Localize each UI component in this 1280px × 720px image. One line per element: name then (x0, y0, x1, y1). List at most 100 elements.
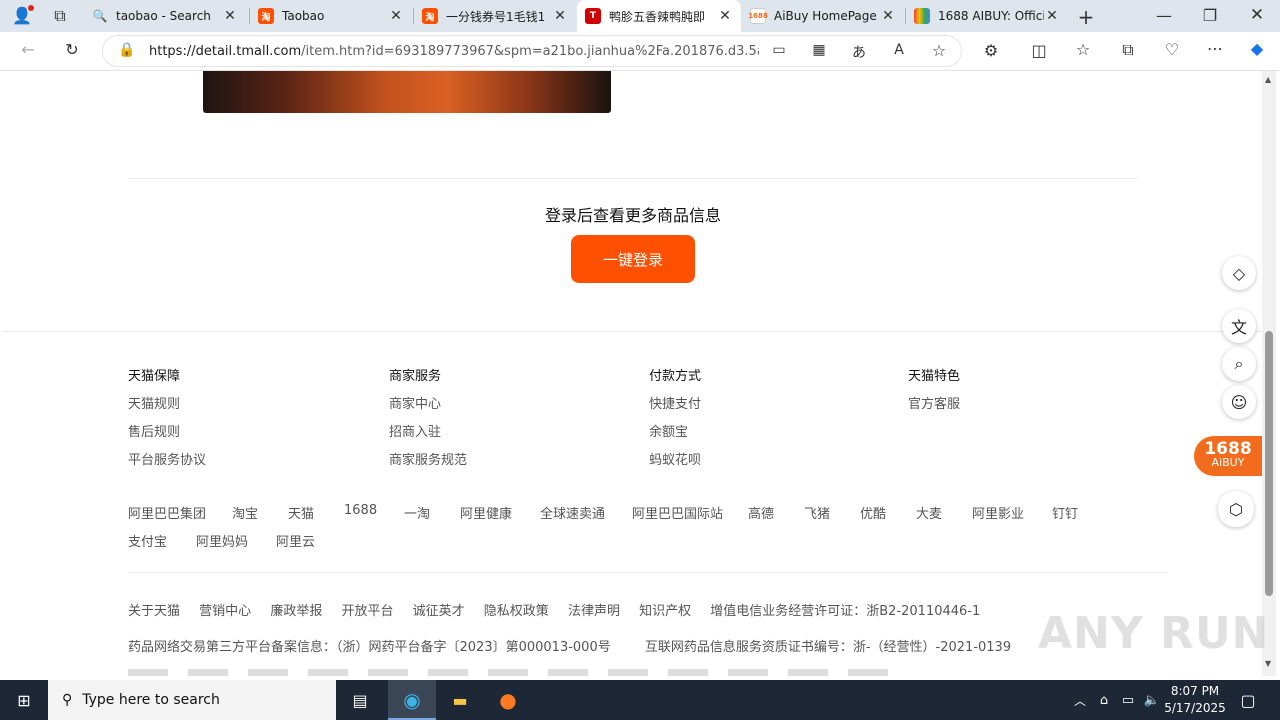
refresh-icon[interactable]: ↻ (60, 40, 84, 59)
settings-hex-icon[interactable]: ⬡ (1218, 491, 1254, 527)
close-icon[interactable]: ✕ (717, 8, 733, 24)
restore-icon[interactable]: ❐ (1198, 6, 1222, 25)
one-click-login-button[interactable]: 一键登录 (571, 235, 695, 283)
divider (128, 572, 1168, 573)
tab-coupon[interactable]: 淘 一分钱券号1毛钱1 ✕ (414, 0, 576, 32)
license-text[interactable]: 增值电信业务经营许可证：浙B2-20110446-1 (710, 604, 980, 619)
clock[interactable]: 8:07 PM 5/17/2025 (1164, 683, 1226, 717)
task-view-icon[interactable]: ▤ (348, 688, 372, 712)
close-icon[interactable]: ✕ (1044, 8, 1060, 24)
footer-link[interactable]: 售后规则 (128, 421, 206, 449)
edge-icon: ◉ (403, 688, 421, 712)
windows-start-icon[interactable]: ⊞ (12, 688, 36, 712)
partner-link[interactable]: 阿里影业 (972, 503, 1024, 522)
close-icon[interactable]: ✕ (222, 8, 238, 24)
scroll-down-icon[interactable]: ▼ (1265, 659, 1271, 668)
partner-link[interactable]: 淘宝 (232, 503, 258, 522)
volume-icon[interactable]: 🔈 (1140, 688, 1164, 712)
footer-column-features: 天猫特色 官方客服 (908, 365, 960, 421)
favorites-icon[interactable]: ☆ (1071, 40, 1095, 59)
footer-link[interactable]: 天猫规则 (128, 393, 206, 421)
partner-link[interactable]: 阿里妈妈 (196, 531, 248, 550)
footer-link[interactable]: 官方客服 (908, 393, 960, 421)
partner-link[interactable]: 高德 (748, 503, 774, 522)
device-icon[interactable]: ▭ (767, 42, 791, 58)
network-icon[interactable]: ⌂ (1092, 688, 1116, 712)
apps-icon[interactable]: ▦ (807, 42, 831, 58)
page-scrollbar[interactable]: ▲ ▼ (1262, 71, 1276, 676)
partner-link[interactable]: 1688 (344, 503, 377, 518)
translate-page-icon[interactable]: 文 (1222, 309, 1256, 343)
performance-icon[interactable]: ♡ (1160, 40, 1184, 59)
firefox-icon[interactable]: ● (496, 688, 520, 712)
image-search-icon[interactable]: ⌕ (1222, 347, 1256, 381)
tab-actions-icon[interactable]: ⧉ (48, 6, 72, 26)
back-icon[interactable]: ← (16, 40, 40, 59)
ai-assistant-icon[interactable]: ☺ (1222, 385, 1256, 419)
file-explorer-icon[interactable]: ▬ (448, 688, 472, 712)
partner-link[interactable]: 阿里云 (276, 531, 315, 550)
extensions-icon[interactable]: ⚙ (979, 41, 1003, 60)
scrollbar-thumb[interactable] (1265, 331, 1273, 596)
tab-tmall-product[interactable]: T 鸭胗五香辣鸭肫即 ✕ (577, 0, 741, 32)
bottom-link[interactable]: 诚征英才 (413, 604, 465, 619)
url-field[interactable]: 🔒 https://detail.tmall.com/item.htm?id=6… (102, 35, 962, 67)
new-tab-icon[interactable]: + (1074, 5, 1098, 29)
collections-icon[interactable]: ⧉ (1116, 40, 1140, 60)
taskbar-search[interactable]: ⚲ Type here to search (48, 680, 336, 720)
footer-column-title: 天猫保障 (128, 369, 181, 384)
chat-icon[interactable]: ◇ (1222, 256, 1256, 290)
favorite-star-icon[interactable]: ☆ (927, 41, 951, 60)
bottom-link[interactable]: 法律声明 (568, 604, 620, 619)
scroll-up-icon[interactable]: ▲ (1265, 75, 1271, 84)
minimize-icon[interactable]: — (1152, 6, 1176, 25)
edge-taskbar-button[interactable]: ◉ (388, 680, 436, 720)
read-aloud-icon[interactable]: A (887, 42, 911, 58)
rainbow-icon (914, 8, 930, 24)
translate-icon[interactable]: あ (847, 42, 871, 62)
product-image (203, 71, 611, 113)
aibuy-1688-text: 1688 (1204, 439, 1252, 459)
aibuy-badge[interactable]: 1688 AiBUY (1194, 436, 1262, 476)
copilot-icon[interactable]: ◆ (1245, 39, 1269, 58)
partner-link[interactable]: 阿里健康 (460, 503, 512, 522)
footer-link[interactable]: 快捷支付 (649, 393, 701, 421)
partner-link[interactable]: 支付宝 (128, 531, 167, 550)
taskbar-search-placeholder: Type here to search (82, 692, 220, 708)
bottom-link[interactable]: 知识产权 (639, 604, 691, 619)
partner-link[interactable]: 一淘 (404, 503, 430, 522)
tab-aibuy-home[interactable]: 1688 AiBuy HomePage ✕ (742, 0, 904, 32)
footer-link[interactable]: 商家服务规范 (389, 449, 467, 477)
close-icon[interactable]: ✕ (388, 8, 404, 24)
partner-link[interactable]: 阿里巴巴国际站 (632, 503, 723, 522)
bottom-link[interactable]: 关于天猫 (128, 604, 180, 619)
bottom-link[interactable]: 隐私权政策 (484, 604, 549, 619)
bottom-link[interactable]: 廉政举报 (270, 604, 322, 619)
window-close-icon[interactable]: ✕ (1245, 5, 1269, 25)
notifications-icon[interactable]: ▢ (1236, 688, 1260, 712)
partner-link[interactable]: 天猫 (288, 503, 314, 522)
partner-link[interactable]: 飞猪 (804, 503, 830, 522)
more-menu-icon[interactable]: ⋯ (1203, 39, 1227, 58)
tab-taobao-search[interactable]: 🔍 taobao - Search ✕ (84, 0, 246, 32)
taobao-icon: 淘 (258, 8, 274, 24)
partner-link[interactable]: 优酷 (860, 503, 886, 522)
footer-link[interactable]: 招商入驻 (389, 421, 467, 449)
footer-link[interactable]: 蚂蚁花呗 (649, 449, 701, 477)
footer-link[interactable]: 商家中心 (389, 393, 467, 421)
partner-link[interactable]: 钉钉 (1052, 503, 1078, 522)
tab-1688-aibuy[interactable]: 1688 AIBUY: Offici ✕ (906, 0, 1068, 32)
bottom-link[interactable]: 营销中心 (199, 604, 251, 619)
footer-link[interactable]: 余额宝 (649, 421, 701, 449)
tab-taobao[interactable]: 淘 Taobao ✕ (250, 0, 412, 32)
partner-link[interactable]: 阿里巴巴集团 (128, 503, 206, 522)
footer-link[interactable]: 平台服务协议 (128, 449, 206, 477)
partner-link[interactable]: 大麦 (916, 503, 942, 522)
chevron-up-icon[interactable]: ︿ (1068, 688, 1092, 712)
close-icon[interactable]: ✕ (880, 8, 896, 24)
display-icon[interactable]: ▭ (1116, 688, 1140, 712)
partner-link[interactable]: 全球速卖通 (540, 503, 605, 522)
close-icon[interactable]: ✕ (552, 8, 568, 24)
bottom-link[interactable]: 开放平台 (341, 604, 393, 619)
split-screen-icon[interactable]: ◫ (1027, 41, 1051, 60)
